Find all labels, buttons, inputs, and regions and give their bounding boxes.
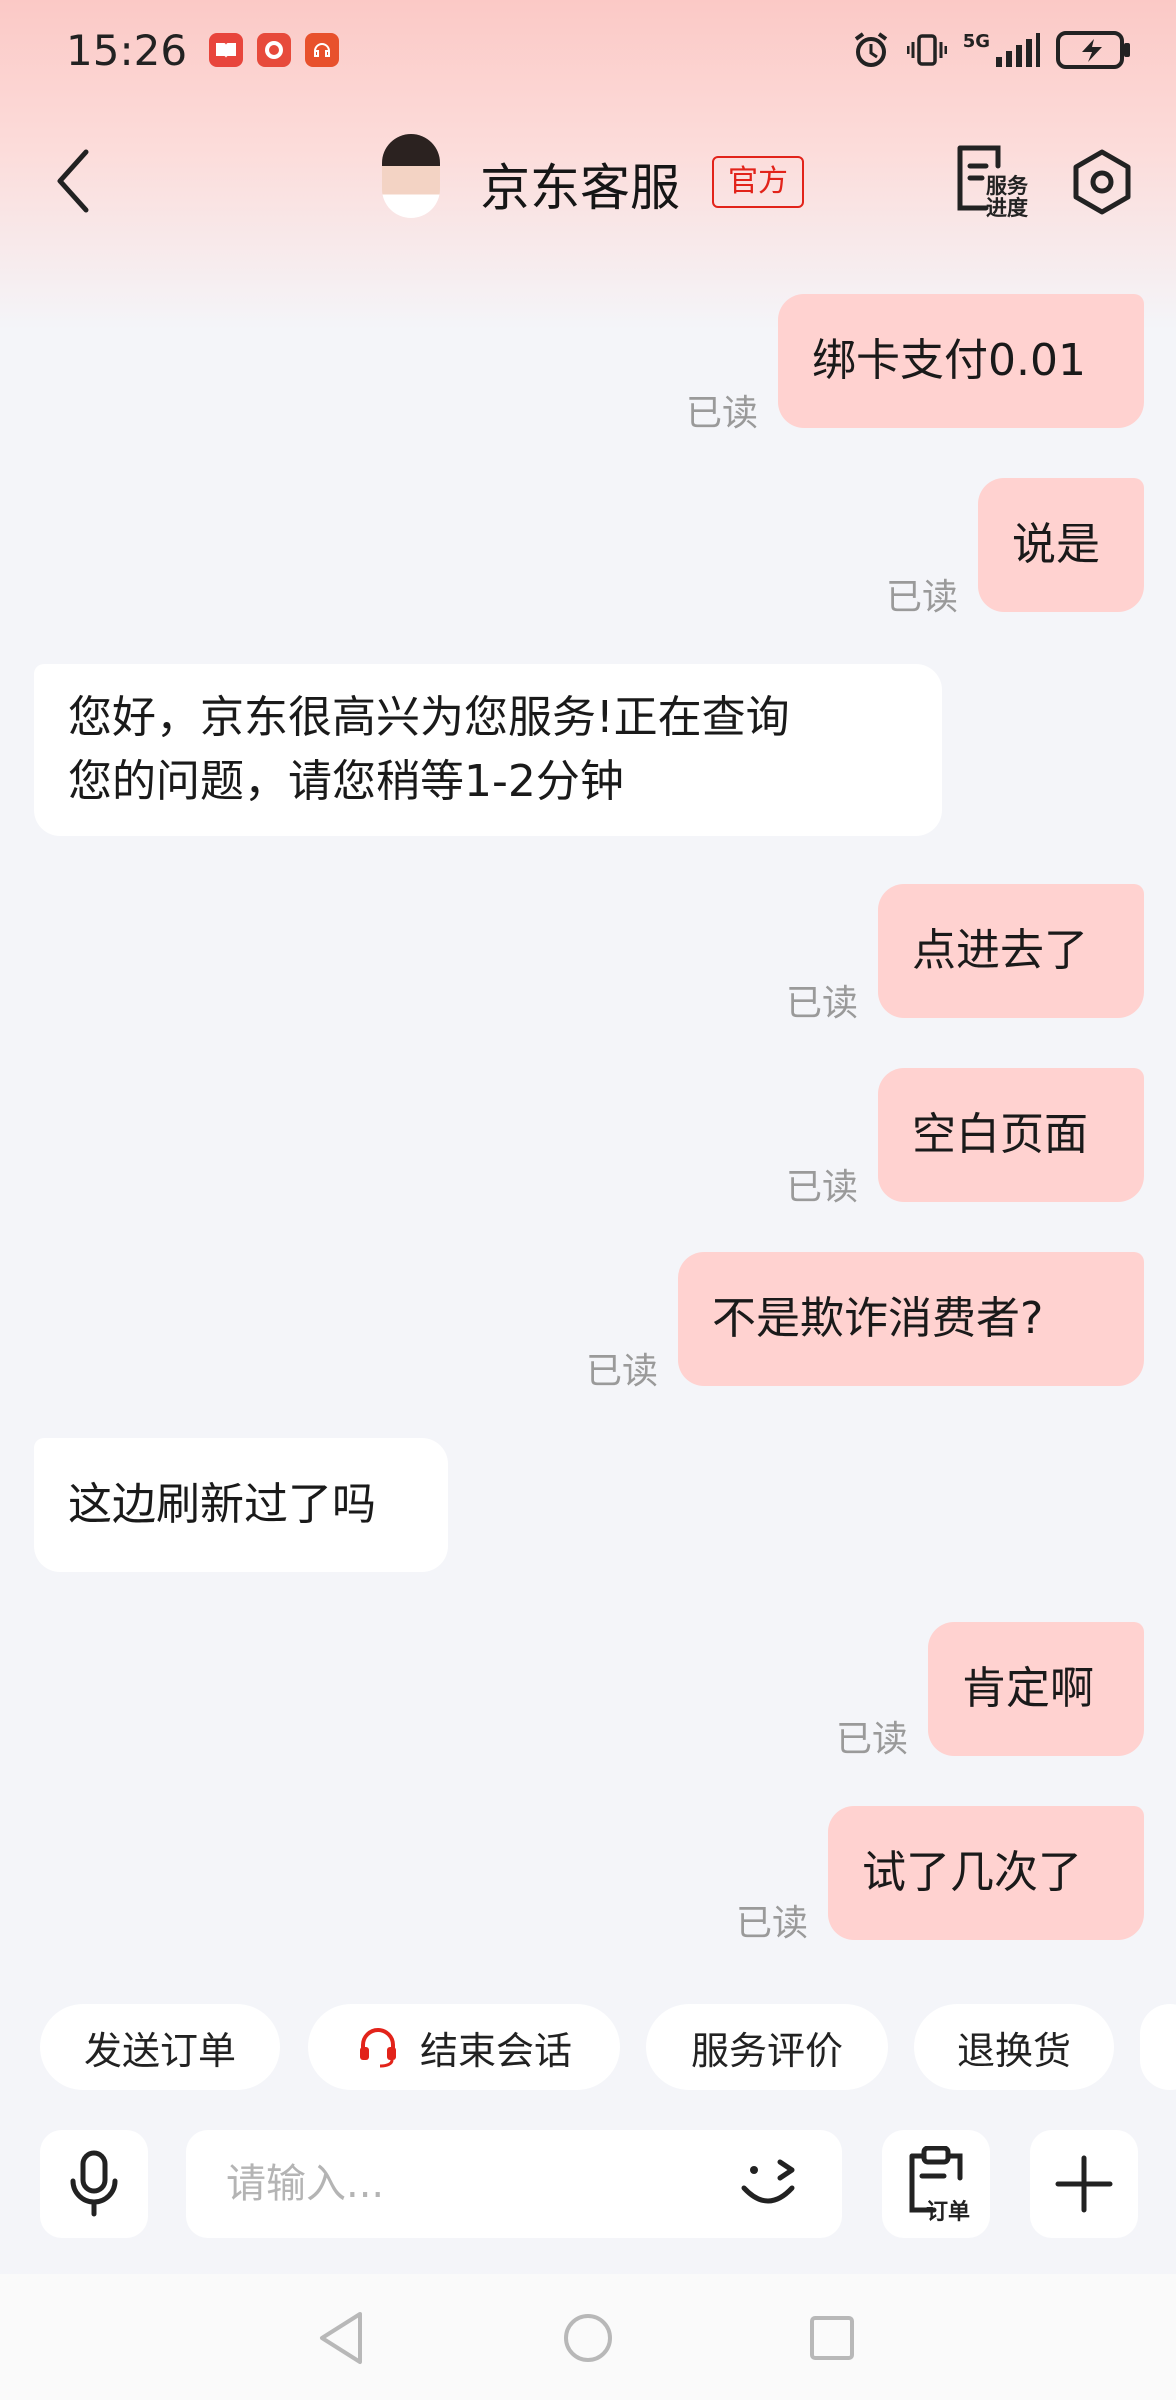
send-order-chip[interactable]: 发送订单 — [40, 2004, 280, 2090]
read-receipt: 已读 — [736, 1903, 809, 1944]
chat-header: 京东客服 官方 服务 进度 — [0, 120, 1176, 240]
outgoing-message[interactable]: 肯定啊 — [928, 1622, 1144, 1756]
signal-indicator: 5G — [963, 33, 1040, 67]
signal-bars-icon — [996, 33, 1040, 67]
quick-actions-bar: 发送订单 结束会话 服务评价 退换货 — [0, 2004, 1176, 2092]
status-indicators: 5G — [851, 30, 1132, 70]
message-text: 肯定啊 — [962, 1663, 1094, 1714]
service-progress-button[interactable]: 服务 进度 — [950, 144, 1032, 220]
settings-button[interactable] — [1066, 146, 1138, 218]
incoming-message[interactable]: 您好，京东很高兴为您服务!正在查询 您的问题，请您稍等1-2分钟 — [34, 664, 942, 836]
read-receipt: 已读 — [786, 983, 859, 1024]
more-chip[interactable] — [1140, 2004, 1176, 2090]
input-bar: 订单 — [0, 2130, 1176, 2240]
read-receipt: 已读 — [886, 577, 959, 618]
official-badge: 官方 — [712, 156, 804, 208]
back-button[interactable] — [50, 146, 100, 216]
book-app-icon — [209, 33, 244, 67]
emoji-icon[interactable] — [736, 2150, 800, 2214]
status-bar: 15:26 5G — [0, 0, 1176, 100]
alarm-icon — [854, 32, 887, 67]
message-text: 这边刷新过了吗 — [68, 1479, 376, 1530]
outgoing-message[interactable]: 试了几次了 — [828, 1806, 1144, 1940]
status-time: 15:26 — [66, 25, 188, 75]
chip-label: 结束会话 — [419, 2028, 572, 2073]
end-session-chip[interactable]: 结束会话 — [308, 2004, 620, 2090]
read-receipt: 已读 — [586, 1351, 659, 1392]
headset-icon — [359, 2028, 396, 2068]
system-navigation-bar — [0, 2274, 1176, 2400]
chat-title: 京东客服 — [480, 159, 680, 217]
voice-button[interactable] — [40, 2130, 148, 2238]
plus-icon — [1055, 2155, 1113, 2213]
microphone-icon — [70, 2150, 118, 2217]
chip-label: 退换货 — [956, 2028, 1071, 2073]
read-receipt: 已读 — [686, 393, 759, 434]
outgoing-message[interactable]: 不是欺诈消费者? — [678, 1252, 1144, 1386]
message-text: 空白页面 — [912, 1109, 1088, 1160]
outgoing-message[interactable]: 说是 — [978, 478, 1144, 612]
agent-avatar[interactable] — [382, 134, 440, 218]
read-receipt: 已读 — [836, 1719, 909, 1760]
settings-hexagon-icon — [1073, 149, 1131, 215]
shopping-app-icon — [257, 33, 292, 67]
network-type: 5G — [962, 31, 990, 52]
read-receipt: 已读 — [786, 1167, 859, 1208]
incoming-message[interactable]: 这边刷新过了吗 — [34, 1438, 448, 1572]
order-button-label: 订单 — [926, 2200, 971, 2225]
battery-charging-icon — [1056, 31, 1130, 69]
chip-label: 服务评价 — [690, 2028, 843, 2073]
message-text-line-2: 您的问题，请您稍等1-2分钟 — [68, 756, 624, 807]
message-text: 试了几次了 — [862, 1847, 1082, 1898]
message-text-line-1: 您好，京东很高兴为您服务!正在查询 — [68, 692, 790, 743]
chip-label: 发送订单 — [83, 2028, 236, 2073]
service-progress-label-2: 进度 — [986, 196, 1028, 220]
vibrate-icon — [906, 34, 947, 66]
outgoing-message[interactable]: 点进去了 — [878, 884, 1144, 1018]
outgoing-message[interactable]: 空白页面 — [878, 1068, 1144, 1202]
message-text: 点进去了 — [912, 925, 1088, 976]
message-text: 说是 — [1012, 519, 1100, 570]
message-text: 绑卡支付0.01 — [812, 335, 1086, 386]
nav-recents-icon[interactable] — [808, 2314, 856, 2362]
listen-app-icon — [305, 33, 340, 67]
service-rating-chip[interactable]: 服务评价 — [646, 2004, 888, 2090]
return-exchange-chip[interactable]: 退换货 — [914, 2004, 1114, 2090]
message-text: 不是欺诈消费者? — [712, 1293, 1044, 1344]
nav-home-icon[interactable] — [561, 2311, 615, 2365]
outgoing-message[interactable]: 绑卡支付0.01 — [778, 294, 1144, 428]
nav-back-icon[interactable] — [316, 2310, 366, 2366]
notification-icons — [209, 33, 340, 67]
order-button[interactable]: 订单 — [882, 2130, 990, 2238]
chevron-left-icon — [57, 149, 89, 213]
more-options-button[interactable] — [1030, 2130, 1138, 2238]
